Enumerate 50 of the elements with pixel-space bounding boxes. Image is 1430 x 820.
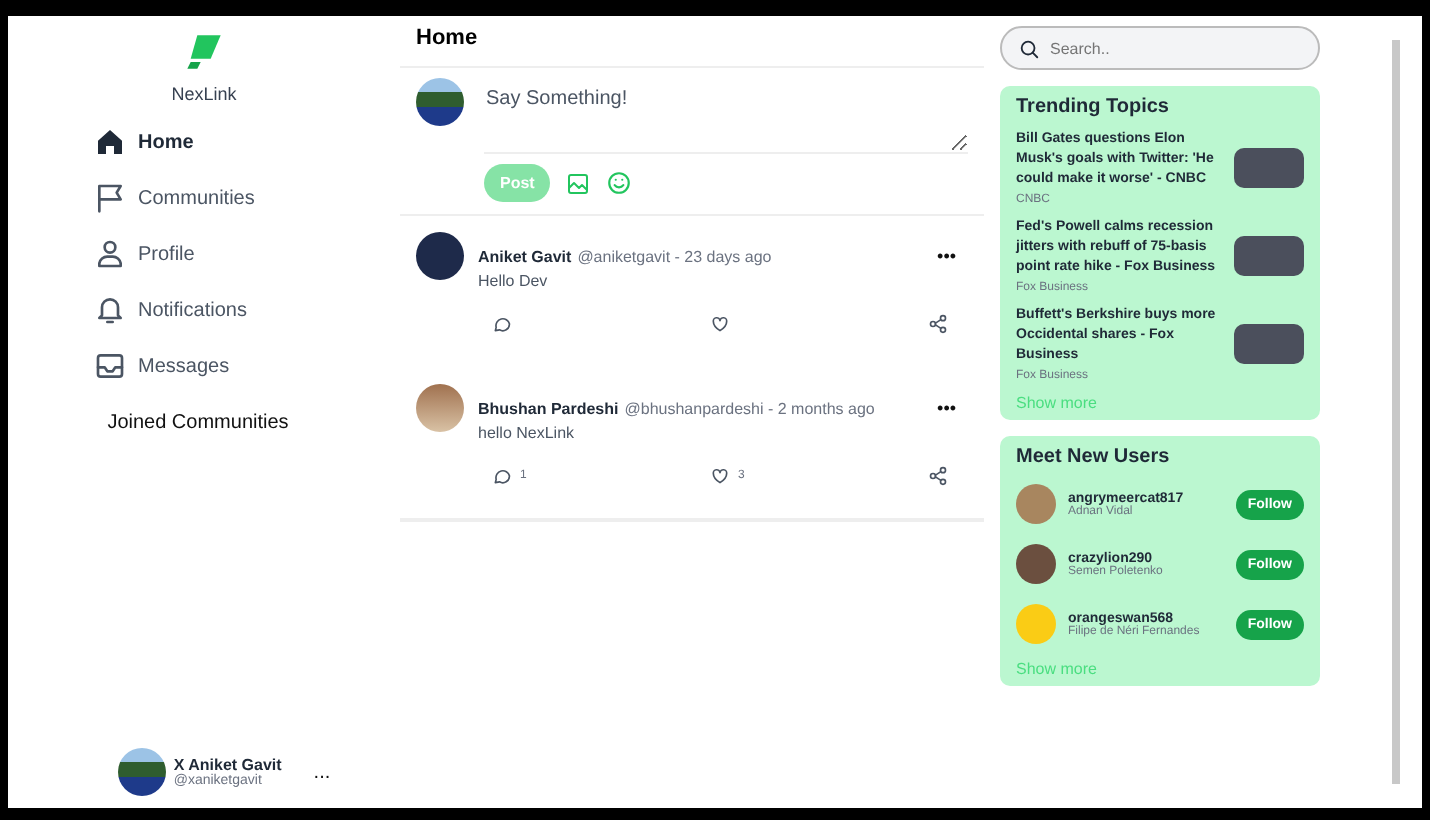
- bell-icon: [94, 294, 126, 326]
- comment-icon: [492, 314, 512, 334]
- share-button[interactable]: [928, 466, 948, 486]
- nav-item[interactable]: Communities: [94, 180, 334, 216]
- heart-icon: [710, 466, 730, 486]
- inbox-icon: [94, 350, 126, 382]
- search-field[interactable]: Search..: [1000, 26, 1320, 70]
- heart-icon: [710, 314, 730, 334]
- image-icon: [566, 171, 591, 195]
- person-icon: [94, 238, 126, 270]
- avatar: [416, 78, 464, 126]
- like-button[interactable]: [710, 314, 730, 334]
- user-name: X Aniket Gavit: [173, 756, 282, 774]
- comment-button[interactable]: [492, 314, 512, 334]
- photo-placeholder: [1234, 148, 1304, 188]
- smiley-icon: [606, 170, 633, 196]
- photo-placeholder: [1234, 324, 1304, 364]
- share-icon: [928, 314, 948, 334]
- avatar: [1016, 484, 1056, 524]
- post-meta: @bhushanpardeshi - 2 months ago: [624, 399, 875, 417]
- nav-item[interactable]: Home: [94, 124, 334, 160]
- avatar: [1016, 604, 1056, 644]
- author-name: Aniket Gavit: [478, 247, 572, 265]
- section-heading: Joined Communities: [107, 412, 289, 434]
- search-icon: [1018, 38, 1040, 60]
- flag-icon: [94, 182, 126, 214]
- card-title: Trending Topics: [1016, 96, 1171, 118]
- author-name: Bhushan Pardeshi: [478, 399, 619, 417]
- more-button[interactable]: •••: [937, 246, 956, 266]
- nav-item[interactable]: Messages: [94, 348, 334, 384]
- card-title: Meet New Users: [1016, 446, 1172, 468]
- logo-icon: [183, 32, 224, 72]
- nav-item[interactable]: Notifications: [94, 292, 334, 328]
- brand-name: NexLink: [171, 84, 237, 104]
- more-button[interactable]: ...: [313, 761, 331, 783]
- page-title: Home: [400, 16, 984, 68]
- avatar: [1016, 544, 1056, 584]
- avatar: [416, 384, 464, 432]
- home-icon: [94, 126, 126, 158]
- photo-placeholder: [1234, 236, 1304, 276]
- post-text: Hello Dev: [478, 272, 550, 290]
- post-meta: @aniketgavit - 23 days ago: [577, 247, 772, 265]
- share-button[interactable]: [928, 314, 948, 334]
- nav-item[interactable]: Profile: [94, 236, 334, 272]
- share-icon: [928, 466, 948, 486]
- post-text: hello NexLink: [478, 424, 577, 442]
- comment-icon: [492, 466, 512, 486]
- avatar: [117, 748, 166, 796]
- more-button[interactable]: •••: [937, 398, 956, 418]
- avatar: [416, 232, 464, 280]
